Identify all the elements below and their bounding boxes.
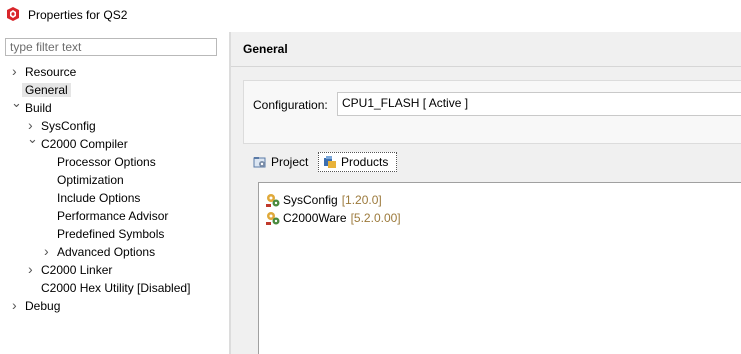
expand-icon[interactable] bbox=[26, 260, 36, 279]
products-icon bbox=[324, 156, 336, 168]
tree-item-label: Debug bbox=[25, 299, 61, 313]
tree-item-hex-utility[interactable]: C2000 Hex Utility [Disabled] bbox=[41, 279, 190, 297]
product-name: C2000Ware bbox=[283, 211, 347, 225]
tree-item-build[interactable]: Build bbox=[10, 94, 52, 117]
configuration-dropdown[interactable]: CPU1_FLASH [ Active ] bbox=[337, 92, 741, 116]
list-item[interactable]: SysConfig [1.20.0] bbox=[265, 191, 382, 209]
window-title: Properties for QS2 bbox=[28, 8, 128, 22]
expand-icon[interactable] bbox=[10, 296, 20, 315]
tree-item-label: C2000 Compiler bbox=[41, 137, 128, 151]
tree-item-performance-advisor[interactable]: Performance Advisor bbox=[57, 207, 168, 225]
tree-item-general[interactable]: General bbox=[22, 81, 71, 99]
project-icon bbox=[253, 157, 266, 168]
product-gears-icon bbox=[266, 194, 280, 207]
expand-icon[interactable] bbox=[42, 242, 52, 261]
list-item[interactable]: C2000Ware [5.2.0.00] bbox=[265, 209, 401, 227]
tree-item-advanced-options[interactable]: Advanced Options bbox=[42, 242, 156, 261]
ccs-app-icon bbox=[7, 7, 19, 21]
tab-label: Project bbox=[271, 155, 309, 169]
tree-item-label: General bbox=[22, 83, 71, 97]
tree-item-debug[interactable]: Debug bbox=[10, 296, 61, 315]
tab-products[interactable]: Products bbox=[318, 152, 397, 172]
tree-item-c2000-compiler[interactable]: C2000 Compiler bbox=[26, 130, 128, 153]
tree-item-label: Include Options bbox=[57, 191, 141, 205]
tree-item-label: C2000 Hex Utility [Disabled] bbox=[41, 281, 191, 295]
property-page: General Configuration: CPU1_FLASH [ Acti… bbox=[231, 32, 741, 354]
tree-item-label: Performance Advisor bbox=[57, 209, 169, 223]
tree-item-label: Resource bbox=[25, 65, 77, 79]
tree-item-resource[interactable]: Resource bbox=[10, 62, 77, 81]
expand-icon[interactable] bbox=[10, 62, 20, 81]
tree-item-label: Processor Options bbox=[57, 155, 156, 169]
tab-project[interactable]: Project bbox=[253, 152, 317, 172]
tree-item-label: Optimization bbox=[57, 173, 124, 187]
products-list: SysConfig [1.20.0] C2000Ware [5.2.0.00] bbox=[258, 182, 741, 354]
tree-item-predefined-symbols[interactable]: Predefined Symbols bbox=[57, 225, 164, 243]
filter-input[interactable] bbox=[5, 38, 217, 56]
product-version: [5.2.0.00] bbox=[350, 211, 401, 225]
property-navigation-panel: Resource General Build SysConfig C2000 C… bbox=[0, 32, 229, 354]
product-version: [1.20.0] bbox=[341, 193, 382, 207]
tree-item-c2000-linker[interactable]: C2000 Linker bbox=[26, 260, 113, 279]
tree-item-label: Predefined Symbols bbox=[57, 227, 165, 241]
tree-item-label: C2000 Linker bbox=[41, 263, 113, 277]
title-divider bbox=[231, 66, 741, 67]
tree-item-label: Advanced Options bbox=[57, 245, 156, 259]
page-title: General bbox=[243, 42, 288, 56]
collapse-icon[interactable] bbox=[10, 94, 22, 117]
product-gears-icon bbox=[266, 212, 280, 225]
tree-item-label: SysConfig bbox=[41, 119, 96, 133]
collapse-icon[interactable] bbox=[26, 130, 38, 153]
tree-item-optimization[interactable]: Optimization bbox=[57, 171, 124, 189]
tab-label: Products bbox=[341, 155, 389, 169]
tree-item-include-options[interactable]: Include Options bbox=[57, 189, 140, 207]
configuration-label: Configuration: bbox=[253, 98, 328, 112]
title-bar: Properties for QS2 bbox=[0, 0, 741, 32]
tree-item-label: Build bbox=[25, 101, 52, 115]
tree-item-processor-options[interactable]: Processor Options bbox=[57, 153, 156, 171]
product-name: SysConfig bbox=[283, 193, 338, 207]
configuration-group: Configuration: CPU1_FLASH [ Active ] bbox=[243, 80, 741, 144]
